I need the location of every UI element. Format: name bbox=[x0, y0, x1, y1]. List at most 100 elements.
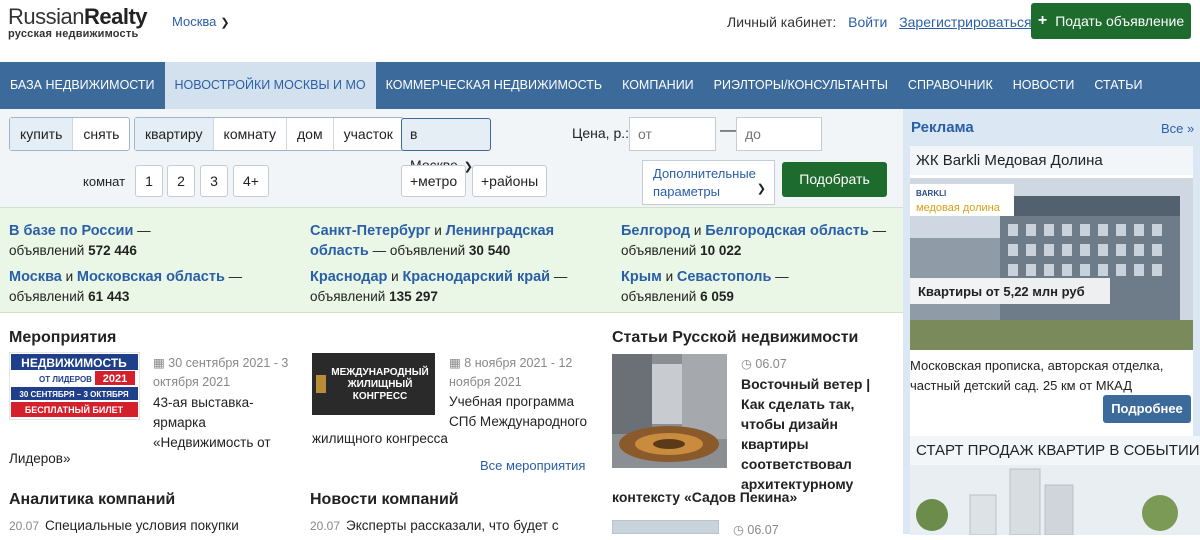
ad1-description: Московская прописка, авторская отделка, … bbox=[910, 356, 1163, 396]
object-flat-option[interactable]: квартиру bbox=[135, 118, 214, 150]
event2-banner[interactable]: МЕЖДУНАРОДНЫЙ ЖИЛИЩНЫЙ КОНГРЕСС bbox=[312, 353, 435, 415]
ad1-brand: BARKLI bbox=[916, 189, 946, 198]
region-krasnodar-krai-link[interactable]: Краснодарский край bbox=[402, 269, 550, 285]
and: и bbox=[690, 223, 706, 238]
nav-item-companies[interactable]: КОМПАНИИ bbox=[612, 62, 704, 109]
nav-item-commercial[interactable]: КОММЕРЧЕСКАЯ НЕДВИЖИМОСТЬ bbox=[376, 62, 612, 109]
ads-all-link[interactable]: Все » bbox=[1161, 121, 1194, 136]
rooms-4plus-button[interactable]: 4+ bbox=[233, 165, 269, 197]
dash: — bbox=[224, 269, 243, 284]
region-leningrad-link-2[interactable]: область bbox=[310, 243, 369, 259]
ad2-image[interactable] bbox=[910, 465, 1200, 536]
event1-title-line4[interactable]: Лидеров» bbox=[9, 449, 70, 469]
price-to-input[interactable] bbox=[736, 117, 822, 151]
location-dropdown[interactable]: в Москве❯ bbox=[401, 118, 491, 173]
price-from-input[interactable] bbox=[629, 117, 716, 151]
logo-subtitle: русская недвижимость bbox=[8, 28, 139, 40]
event2-banner-line3: КОНГРЕСС bbox=[353, 391, 408, 402]
nav-item-reference[interactable]: СПРАВОЧНИК bbox=[898, 62, 1003, 109]
event1-title[interactable]: 43-ая выставка- ярмарка «Недвижимость от bbox=[153, 393, 271, 453]
company-news-item-date: 20.07 bbox=[310, 519, 341, 533]
analytics-item-text: Специальные условия покупки bbox=[45, 518, 239, 533]
city-selector[interactable]: Москва ❯ bbox=[172, 14, 230, 29]
metro-button[interactable]: +метро bbox=[401, 165, 467, 197]
article1-title-last[interactable]: контексту «Садов Пекина» bbox=[612, 487, 797, 507]
cabinet-label: Личный кабинет: bbox=[727, 14, 837, 30]
event1-date-line2: октября 2021 bbox=[153, 375, 231, 389]
count-label: объявлений bbox=[621, 243, 697, 258]
more-params-dropdown[interactable]: Дополнительные параметры ❯ bbox=[642, 160, 775, 205]
event1-title-line3: «Недвижимость от bbox=[153, 435, 271, 450]
all-events-link[interactable]: Все мероприятия bbox=[480, 458, 585, 473]
deal-buy-option[interactable]: купить bbox=[10, 118, 74, 150]
find-button[interactable]: Подобрать bbox=[782, 162, 887, 197]
price-dash: — bbox=[720, 122, 736, 139]
nav-item-realtors[interactable]: РИЭЛТОРЫ/КОНСУЛЬТАНТЫ bbox=[704, 62, 898, 109]
ad1-more-button[interactable]: Подробнее bbox=[1103, 395, 1191, 423]
region-belgorod-oblast-link[interactable]: Белгородская область bbox=[705, 223, 869, 239]
region-spb-link[interactable]: Санкт-Петербург bbox=[310, 223, 431, 239]
analytics-item[interactable]: 20.07 Специальные условия покупки bbox=[9, 518, 239, 533]
event2-title-line2: СПб Международного bbox=[449, 414, 588, 429]
object-room-option[interactable]: комнату bbox=[214, 118, 288, 150]
article2-image[interactable] bbox=[612, 520, 719, 534]
nav-item-database[interactable]: БАЗА НЕДВИЖИМОСТИ bbox=[0, 62, 165, 109]
post-ad-button[interactable]: + Подать объявление bbox=[1031, 3, 1191, 39]
event1-banner-dates: 30 СЕНТЯБРЯ – 3 ОКТЯБРЯ bbox=[19, 390, 128, 399]
event2-date-line1: 8 ноября 2021 - 12 bbox=[464, 356, 573, 370]
deal-rent-option[interactable]: снять bbox=[73, 118, 129, 150]
ad1-image[interactable]: BARKLI медовая долина Квартиры от 5,22 м… bbox=[910, 178, 1193, 350]
count-label: объявлений bbox=[9, 243, 85, 258]
object-type-toggle: квартиру комнату дом участок bbox=[134, 117, 404, 151]
article1-title-line: Как сделать так, bbox=[741, 396, 855, 412]
event1-date: ▦ 30 сентября 2021 - 3 октября 2021 bbox=[153, 354, 288, 392]
event1-banner[interactable]: НЕДВИЖИМОСТЬ ОТ ЛИДЕРОВ 2021 30 СЕНТЯБРЯ… bbox=[9, 352, 140, 420]
count-label: объявлений bbox=[310, 289, 386, 304]
rooms-1-button[interactable]: 1 bbox=[135, 165, 163, 197]
ad-card-barkli[interactable]: ЖК Barkli Медовая Долина BARKLI медовая … bbox=[910, 146, 1193, 476]
rooms-3-button[interactable]: 3 bbox=[200, 165, 228, 197]
region-leningrad-link[interactable]: Ленинградская bbox=[446, 223, 555, 239]
event1-title-line1: 43-ая выставка- bbox=[153, 395, 254, 410]
region-belgorod-link[interactable]: Белгород bbox=[621, 223, 690, 239]
article1-date-value: 06.07 bbox=[755, 357, 787, 371]
region-crimea-link[interactable]: Крым bbox=[621, 269, 662, 285]
article2-date: ◷ 06.07 bbox=[733, 521, 779, 540]
event2-date: ▦ 8 ноября 2021 - 12 ноября 2021 bbox=[449, 354, 572, 392]
register-link[interactable]: Зарегистрироваться bbox=[899, 14, 1031, 30]
ad-card-sobytie[interactable]: СТАРТ ПРОДАЖ КВАРТИР В СОБЫТИИ bbox=[910, 436, 1200, 536]
object-plot-option[interactable]: участок bbox=[334, 118, 403, 150]
nav-item-articles[interactable]: СТАТЬИ bbox=[1084, 62, 1152, 109]
event1-date-line1: 30 сентября 2021 - 3 bbox=[168, 356, 289, 370]
object-house-option[interactable]: дом bbox=[287, 118, 334, 150]
article1-title[interactable]: Восточный ветер | Как сделать так, чтобы… bbox=[741, 374, 870, 494]
article1-image[interactable] bbox=[612, 354, 727, 468]
article1-date: ◷ 06.07 bbox=[741, 355, 787, 374]
article1-title-line: чтобы дизайн bbox=[741, 416, 838, 432]
region-russia-link[interactable]: В базе по России bbox=[9, 223, 133, 239]
event1-title-line2: ярмарка bbox=[153, 415, 206, 430]
nav-item-new-buildings[interactable]: НОВОСТРОЙКИ МОСКВЫ И МО bbox=[164, 62, 376, 109]
logo-text-light: Russian bbox=[8, 4, 84, 29]
region-moscow-oblast-link[interactable]: Московская область bbox=[77, 269, 225, 285]
event2-title-line3[interactable]: жилищного конгресса bbox=[312, 429, 448, 449]
districts-button[interactable]: +районы bbox=[472, 165, 548, 197]
event2-date-line2: ноября 2021 bbox=[449, 375, 522, 389]
event2-banner-line2: ЖИЛИЩНЫЙ bbox=[347, 377, 413, 390]
region-moscow-link[interactable]: Москва bbox=[9, 269, 62, 285]
rooms-2-button[interactable]: 2 bbox=[167, 165, 195, 197]
clock-icon: ◷ bbox=[741, 357, 752, 371]
region-krasnodar-link[interactable]: Краснодар bbox=[310, 269, 387, 285]
count-value: 30 540 bbox=[468, 243, 511, 258]
region-spb: Санкт-Петербург и Ленинградская область … bbox=[310, 221, 554, 261]
count-label: объявлений bbox=[9, 289, 85, 304]
dash: — bbox=[771, 269, 789, 284]
nav-item-news[interactable]: НОВОСТИ bbox=[1003, 62, 1085, 109]
site-logo[interactable]: RussianRealty русская недвижимость bbox=[8, 4, 148, 40]
login-link[interactable]: Войти bbox=[848, 14, 887, 30]
user-cabinet: Личный кабинет: Войти Зарегистрироваться bbox=[727, 14, 1032, 30]
main-nav: БАЗА НЕДВИЖИМОСТИ НОВОСТРОЙКИ МОСКВЫ И М… bbox=[0, 62, 1200, 109]
event2-title[interactable]: Учебная программа СПб Международного bbox=[449, 392, 587, 432]
region-sevastopol-link[interactable]: Севастополь bbox=[677, 269, 772, 285]
company-news-item[interactable]: 20.07 Эксперты рассказали, что будет с bbox=[310, 518, 559, 533]
